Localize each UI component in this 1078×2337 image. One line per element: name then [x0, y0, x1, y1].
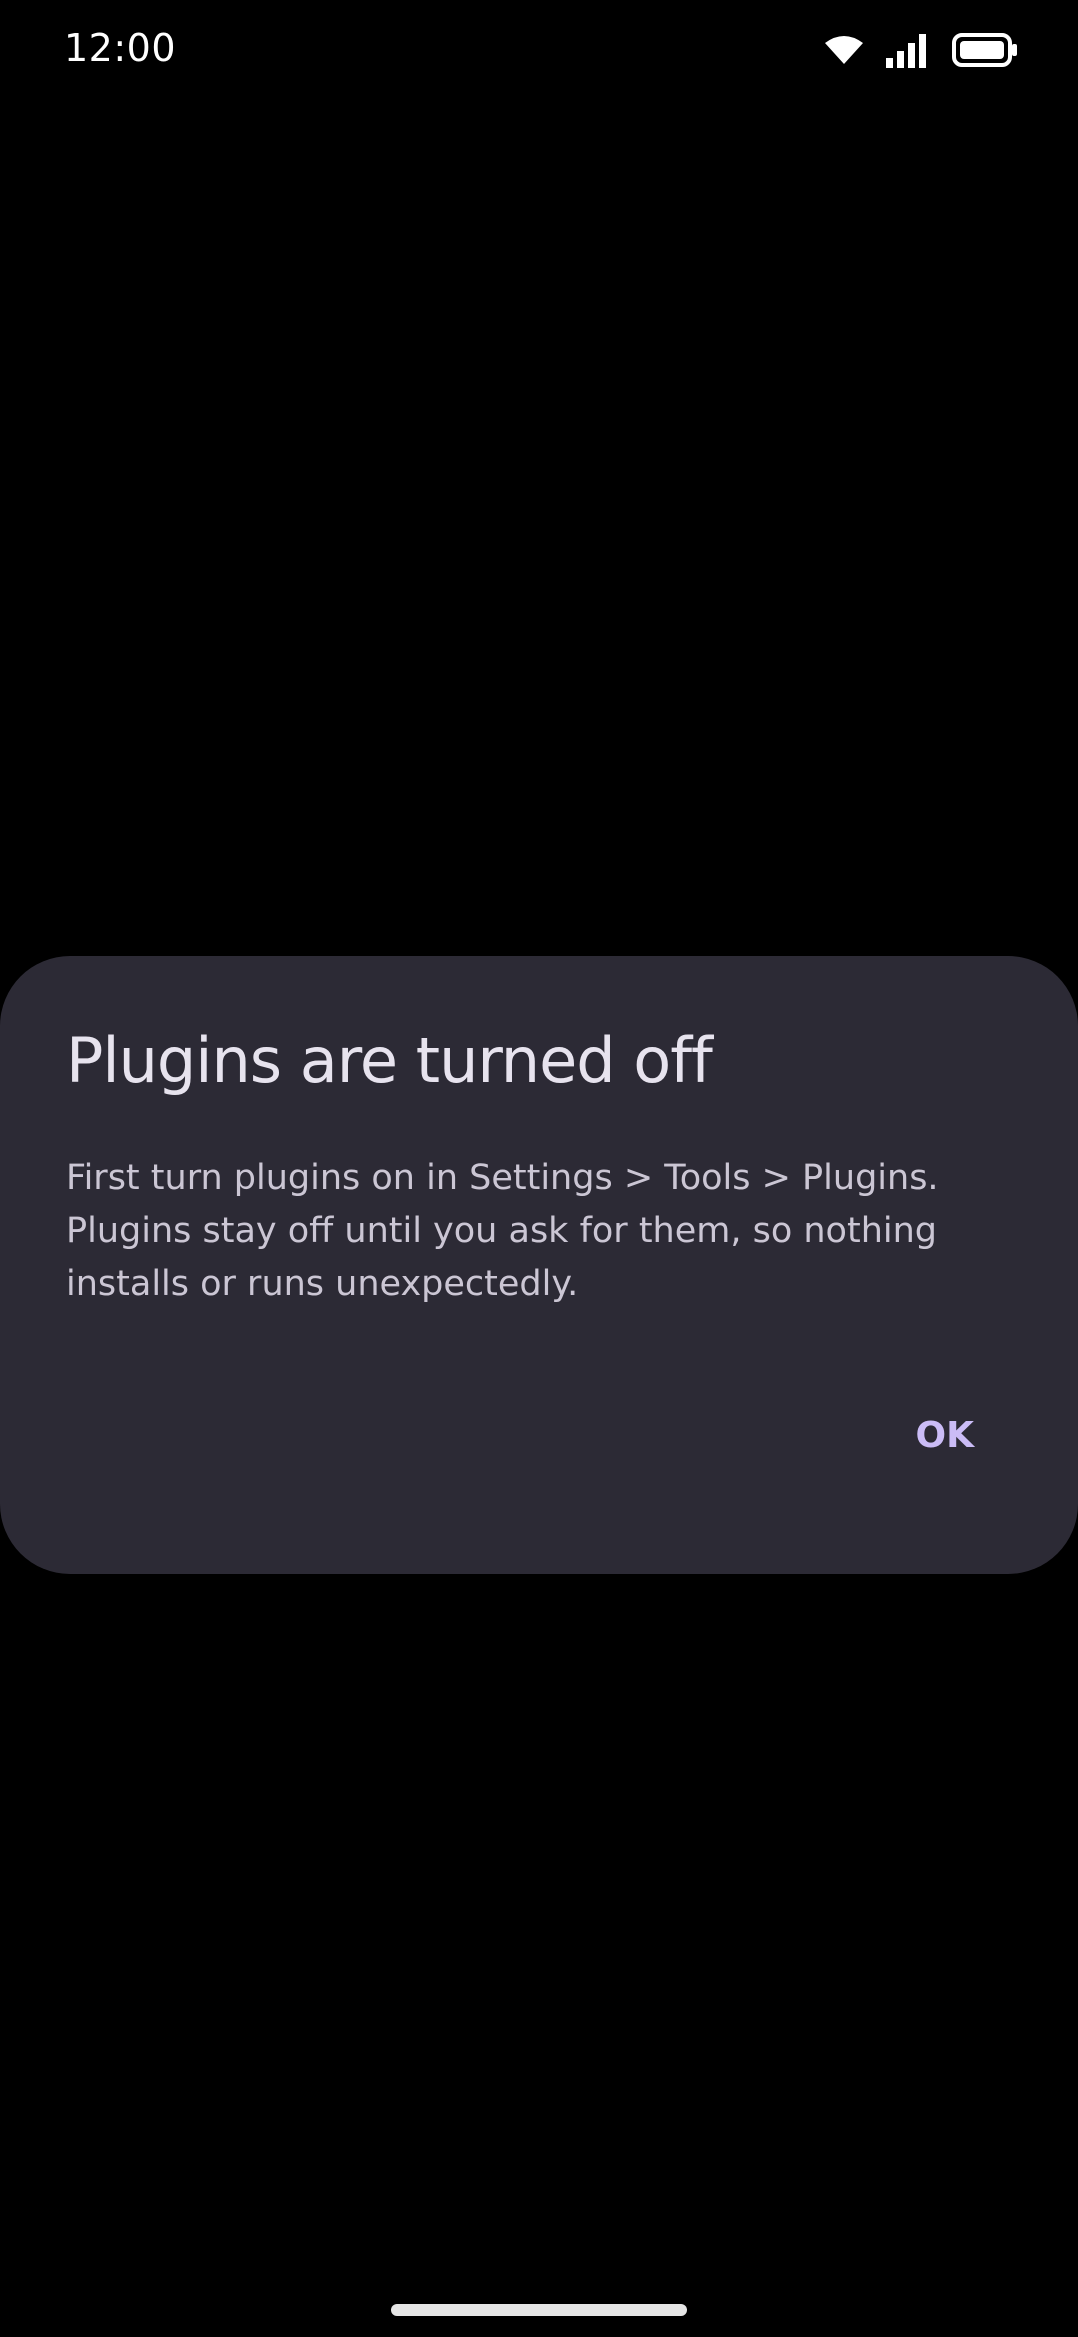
ok-button[interactable]: OK [910, 1404, 981, 1468]
status-icons [824, 30, 1018, 70]
dialog-message: First turn plugins on in Settings > Tool… [66, 1158, 939, 1304]
dialog-title: Plugins are turned off [66, 1024, 713, 1097]
status-bar: 12:00 [0, 0, 1078, 96]
screen: 12:00 Plugins are turned off First turn … [0, 0, 1078, 2337]
battery-icon [952, 33, 1018, 67]
home-indicator[interactable] [391, 2304, 687, 2316]
plugins-off-dialog: Plugins are turned off First turn plugin… [0, 956, 1078, 1574]
signal-icon [886, 32, 930, 68]
wifi-icon [824, 35, 864, 65]
status-time: 12:00 [64, 26, 177, 70]
